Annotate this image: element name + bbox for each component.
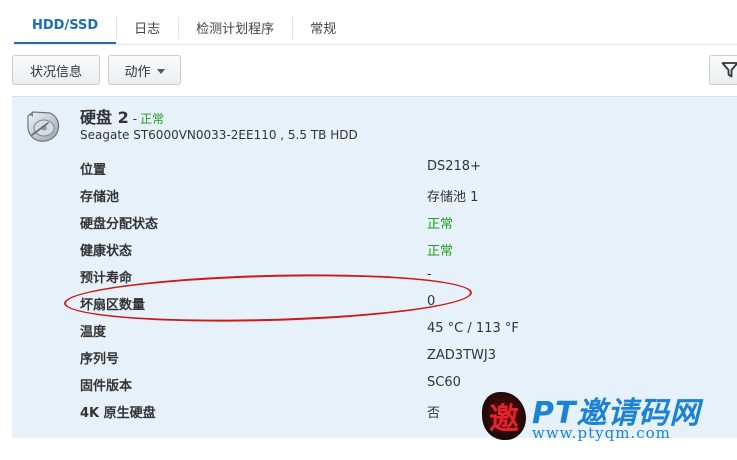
disk-detail-list: 位置 DS218+ 存储池 存储池 1 硬盘分配状态 正常 健康状态 正常 预计… xyxy=(80,154,720,424)
detail-label: 预计寿命 xyxy=(80,271,133,286)
detail-label: 坏扇区数量 xyxy=(80,298,146,313)
filter-icon xyxy=(721,62,737,78)
detail-label: 存储池 xyxy=(80,190,120,205)
detail-row-allocation-status: 硬盘分配状态 正常 xyxy=(80,208,720,235)
disk-state: 正常 xyxy=(140,112,165,126)
tab-divider xyxy=(12,44,737,45)
detail-row-serial-number: 序列号 ZAD3TWJ3 xyxy=(80,343,720,370)
toolbar: 状况信息 动作 xyxy=(12,55,737,85)
detail-row-location: 位置 DS218+ xyxy=(80,154,720,181)
chevron-down-icon xyxy=(156,68,165,74)
watermark-seal: 邀 xyxy=(482,392,526,440)
detail-value: ZAD3TWJ3 xyxy=(427,348,496,363)
action-button[interactable]: 动作 xyxy=(108,55,181,85)
detail-row-temperature: 温度 45 °C / 113 °F xyxy=(80,316,720,343)
disk-title-separator: - xyxy=(132,112,138,126)
detail-row-health-status: 健康状态 正常 xyxy=(80,235,720,262)
disk-model: Seagate ST6000VN0033-2EE110 , 5.5 TB HDD xyxy=(80,128,358,142)
tab-general[interactable]: 常规 xyxy=(292,9,354,45)
detail-value: 0 xyxy=(427,294,436,309)
detail-value: SC60 xyxy=(427,375,461,390)
status-info-button[interactable]: 状况信息 xyxy=(12,55,100,85)
status-info-label: 状况信息 xyxy=(29,64,82,80)
disk-name: 硬盘 2 xyxy=(80,108,129,127)
detail-value: 正常 xyxy=(427,217,454,232)
tab-test-scheduler[interactable]: 检测计划程序 xyxy=(178,9,292,45)
detail-label: 硬盘分配状态 xyxy=(80,217,159,232)
action-label: 动作 xyxy=(124,64,151,80)
detail-row-estimated-life: 预计寿命 - xyxy=(80,262,720,289)
detail-label: 序列号 xyxy=(80,352,120,367)
detail-label: 固件版本 xyxy=(80,379,133,394)
detail-value: DS218+ xyxy=(427,159,481,174)
disk-icon xyxy=(27,111,60,142)
detail-label: 4K 原生硬盘 xyxy=(80,406,156,421)
watermark-url: www.ptyqm.com xyxy=(532,424,671,442)
detail-row-storage-pool: 存储池 存储池 1 xyxy=(80,181,720,208)
detail-value: - xyxy=(427,267,432,282)
detail-value: 45 °C / 113 °F xyxy=(427,321,519,336)
detail-label: 位置 xyxy=(80,163,107,178)
detail-value: 存储池 1 xyxy=(427,190,479,205)
tab-hdd-ssd[interactable]: HDD/SSD xyxy=(14,9,117,45)
tab-bar: HDD/SSD 日志 检测计划程序 常规 xyxy=(14,5,354,45)
tab-log[interactable]: 日志 xyxy=(116,9,178,45)
detail-label: 健康状态 xyxy=(80,244,133,259)
detail-row-bad-sectors: 坏扇区数量 0 xyxy=(80,289,720,316)
disk-title: 硬盘 2 - 正常 xyxy=(80,104,164,128)
detail-value: 否 xyxy=(427,406,441,421)
detail-value: 正常 xyxy=(427,244,454,259)
detail-label: 温度 xyxy=(80,325,107,340)
filter-button[interactable] xyxy=(709,55,737,85)
watermark: 邀 PT邀请码网 www.ptyqm.com xyxy=(480,386,737,446)
